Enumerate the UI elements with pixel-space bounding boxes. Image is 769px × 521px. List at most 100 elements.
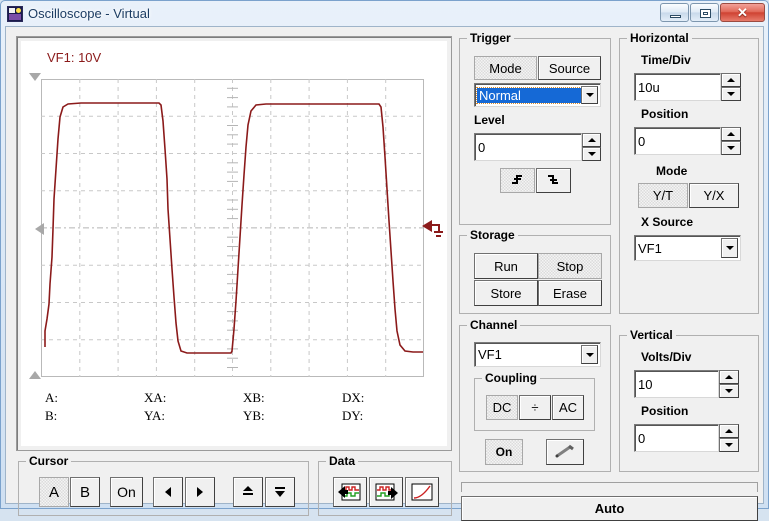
voltsdiv-label: Volts/Div [641,350,692,364]
timediv-spinner[interactable] [721,73,741,101]
horizontal-position-input[interactable]: 0 [634,127,721,155]
storage-panel: Storage Run Stop Store Erase [459,228,611,314]
timediv-label: Time/Div [641,53,691,67]
up-arrow-icon [243,486,253,495]
maximize-icon [700,9,711,18]
xsource-label: X Source [641,215,694,229]
storage-stop-button[interactable]: Stop [538,253,602,279]
channel-panel: Channel VF1 Coupling DC ÷ AC On [459,318,611,472]
xsource-select[interactable]: VF1 [634,235,741,261]
trigger-source-button[interactable]: Source [538,56,601,80]
chevron-down-icon[interactable] [581,86,598,104]
coupling-dc-button[interactable]: DC [486,395,518,420]
storage-store-button[interactable]: Store [474,280,538,306]
cursor-legend: Cursor [26,454,72,468]
minimize-button[interactable] [660,3,689,22]
coupling-ac-button[interactable]: AC [552,395,584,420]
storage-legend: Storage [467,228,518,242]
left-arrow-icon [165,487,171,497]
trigger-level-input[interactable]: 0 [474,133,582,161]
data-import-button[interactable] [333,477,367,507]
data-panel: Data [318,454,452,516]
coupling-legend: Coupling [482,371,540,385]
channel-readout-label: VF1: 10V [47,50,102,65]
window-controls: ✕ [659,3,765,22]
vertical-position-label: Position [641,404,689,418]
vertical-position-input[interactable]: 0 [634,424,719,452]
probe-icon [555,444,574,458]
cursor-up-button[interactable] [233,477,263,507]
voltsdiv-spinner[interactable] [719,370,739,398]
horizontal-mode-label: Mode [656,164,688,178]
spinner-down-button[interactable] [719,438,739,452]
cursor-b-button[interactable]: B [70,477,100,507]
vertical-position-spinner[interactable] [719,424,739,452]
spinner-up-button[interactable] [719,370,739,384]
spinner-down-button[interactable] [721,141,741,155]
right-arrow-icon [197,487,203,497]
readout-dy: DY: [342,408,364,423]
spinner-down-button[interactable] [582,147,601,161]
horizontal-position-spinner[interactable] [721,127,741,155]
data-curve-button[interactable] [405,477,439,507]
trigger-falling-edge-button[interactable] [536,168,571,193]
storage-erase-button[interactable]: Erase [538,280,602,306]
waveform-canvas[interactable]: VF1: 10V A: XA: XB: DX: B: YA: YB: DY: [21,41,447,446]
spinner-up-button[interactable] [719,424,739,438]
cursor-on-button[interactable]: On [110,477,143,507]
falling-edge-icon [548,174,558,184]
readout-yb: YB: [243,408,265,423]
cursor-down-button[interactable] [265,477,295,507]
plot-grid-area [41,79,424,377]
cursor-right-button[interactable] [185,477,215,507]
channel-on-button[interactable]: On [485,439,523,465]
channel-source-value: VF1 [478,347,502,362]
data-legend: Data [326,454,359,468]
readout-xb: XB: [243,390,265,405]
channel-source-select[interactable]: VF1 [474,342,601,367]
trigger-panel: Trigger Mode Source Normal Level 0 [459,31,611,225]
horizontal-position-label: Position [641,107,689,121]
spinner-up-button[interactable] [721,73,741,87]
spinner-up-button[interactable] [582,133,601,147]
title-bar: Oscilloscope - Virtual ✕ [1,1,768,26]
chevron-down-icon[interactable] [721,238,738,258]
data-export-button[interactable] [369,477,403,507]
storage-run-button[interactable]: Run [474,253,538,279]
export-waveform-icon [375,483,398,501]
oscilloscope-icon [7,5,23,22]
waveform-display[interactable]: VF1: 10V A: XA: XB: DX: B: YA: YB: DY: [16,36,452,451]
channel-probe-button[interactable] [546,439,584,465]
vertical-legend: Vertical [627,328,676,342]
channel-reference-marker[interactable] [422,219,444,241]
vertical-position-marker-top[interactable] [29,73,41,81]
readout-ya: YA: [144,408,165,423]
rising-edge-icon [512,174,522,184]
trigger-mode-button[interactable]: Mode [474,56,537,80]
minimize-icon [670,15,681,18]
readout-dx: DX: [342,390,365,405]
cursor-left-button[interactable] [153,477,183,507]
maximize-button[interactable] [690,3,719,22]
mode-yx-button[interactable]: Y/X [689,183,739,208]
spinner-down-button[interactable] [721,87,741,101]
status-separator [461,482,758,492]
trigger-level-spinner[interactable] [582,133,601,161]
client-area: VF1: 10V A: XA: XB: DX: B: YA: YB: DY: T… [5,26,764,521]
timediv-input[interactable]: 10u [634,73,721,101]
coupling-gnd-button[interactable]: ÷ [519,395,551,420]
spinner-down-button[interactable] [719,384,739,398]
trigger-mode-select[interactable]: Normal [474,83,601,107]
voltsdiv-input[interactable]: 10 [634,370,719,398]
trigger-mode-value: Normal [476,86,582,104]
cursor-a-button[interactable]: A [39,477,69,507]
readout-b: B: [45,408,58,423]
trigger-rising-edge-button[interactable] [500,168,535,193]
spinner-up-button[interactable] [721,127,741,141]
mode-yt-button[interactable]: Y/T [638,183,688,208]
vertical-position-marker-bottom[interactable] [29,371,41,379]
readout-row: A: XA: XB: DX: [45,389,441,407]
close-button[interactable]: ✕ [720,3,765,22]
chevron-down-icon[interactable] [581,345,598,364]
channel-ground-marker-left[interactable] [35,221,49,237]
